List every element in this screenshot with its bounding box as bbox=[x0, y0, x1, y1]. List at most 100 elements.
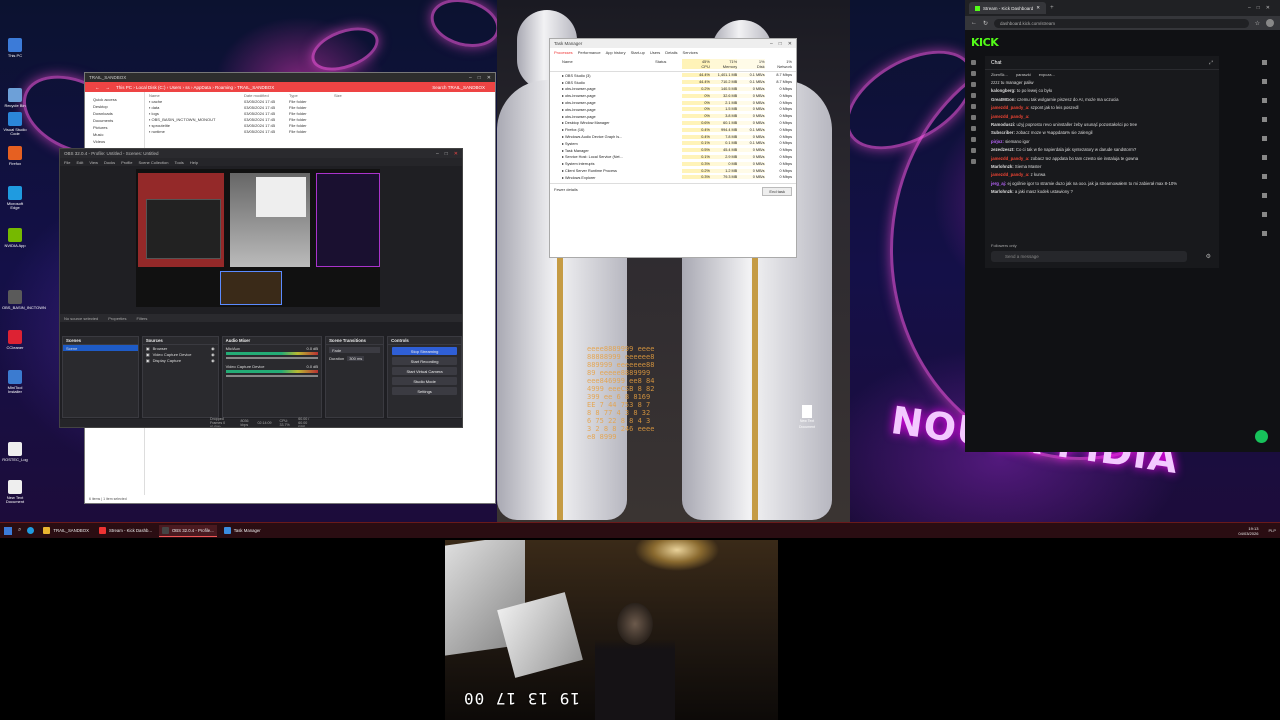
close-icon[interactable]: ✕ bbox=[1266, 5, 1270, 11]
eye-icon[interactable]: ◉ bbox=[211, 352, 215, 357]
rail-icon[interactable] bbox=[1262, 231, 1267, 236]
menu-item[interactable]: Help bbox=[190, 160, 198, 165]
breadcrumb[interactable]: This PC › Local Disk (C:) › Users › ss ›… bbox=[116, 85, 274, 90]
menu-item[interactable]: Profile bbox=[121, 160, 132, 165]
studio-mode-button[interactable]: Studio Mode bbox=[392, 377, 457, 385]
process-row[interactable]: ▸ Desktop Window Manager 0.6% 60.1 MB 0 MB/… bbox=[550, 120, 796, 127]
desktop-icon[interactable]: ROSTEC_Log bbox=[2, 442, 28, 462]
sidebar-icon[interactable] bbox=[971, 60, 976, 65]
process-row[interactable]: ▸ Service Host: Local Service (Net... 0.1… bbox=[550, 154, 796, 161]
obs-titlebar[interactable]: OBS 32.0.4 - Profile: Untitled - Scenes:… bbox=[60, 149, 462, 158]
reload-icon[interactable]: ↻ bbox=[983, 20, 988, 27]
taskbar-item[interactable]: OBS 32.0.4 - Profile... bbox=[158, 524, 217, 537]
menu-item[interactable]: Tools bbox=[174, 160, 183, 165]
volume-slider[interactable] bbox=[225, 357, 319, 359]
nav-item[interactable]: Pictures bbox=[93, 124, 136, 131]
sidebar-icon[interactable] bbox=[971, 115, 976, 120]
filters-button[interactable]: Filters bbox=[136, 316, 147, 321]
preview-webcam-thumb[interactable] bbox=[220, 271, 282, 305]
avatar[interactable] bbox=[1266, 19, 1274, 27]
header-disk[interactable]: 1% Disk bbox=[737, 59, 765, 69]
chat-username[interactable]: Marlohnzk: bbox=[991, 164, 1015, 169]
process-row[interactable]: ▸ System interrupts 0.3% 0 MB 0 MB/s 0 Mbps bbox=[550, 160, 796, 167]
header-cpu[interactable]: 45% CPU bbox=[682, 59, 710, 69]
rail-icon[interactable] bbox=[1262, 60, 1267, 65]
sidebar-icon[interactable] bbox=[971, 137, 976, 142]
kick-logo[interactable]: KICK bbox=[971, 36, 999, 49]
volume-slider[interactable] bbox=[225, 375, 319, 377]
nav-item[interactable]: Documents bbox=[93, 117, 136, 124]
maximize-icon[interactable]: □ bbox=[1257, 5, 1260, 11]
desktop-icon[interactable]: Microsoft Edge bbox=[2, 186, 28, 211]
chat-username[interactable]: jamezdd_pandy_a: bbox=[991, 156, 1031, 161]
obs-window[interactable]: OBS 32.0.4 - Profile: Untitled - Scenes:… bbox=[59, 148, 463, 428]
eye-icon[interactable]: ◉ bbox=[211, 358, 215, 363]
nav-item[interactable]: Music bbox=[93, 131, 136, 138]
desktop-icon[interactable]: Firefox bbox=[2, 146, 28, 166]
chat-username[interactable]: GreatMGon: bbox=[991, 97, 1017, 102]
close-icon[interactable]: ✕ bbox=[454, 151, 458, 157]
desktop-icon[interactable]: MiniTool Installer bbox=[2, 370, 28, 395]
header-status[interactable]: Status bbox=[655, 59, 682, 69]
chat-username[interactable]: jamezdd_pandy_a: bbox=[991, 105, 1031, 110]
sidebar-icon[interactable] bbox=[971, 159, 976, 164]
start-icon[interactable] bbox=[4, 526, 12, 535]
nav-item[interactable]: Desktop bbox=[93, 103, 136, 110]
process-row[interactable]: ▸ OBS Studio 44.4% 710.2 MB 0.1 MB/s 8.7 Mbp… bbox=[550, 79, 796, 86]
forward-arrow-icon[interactable]: → bbox=[106, 85, 111, 90]
rail-icon[interactable] bbox=[1262, 79, 1267, 84]
header-name[interactable]: Name bbox=[554, 59, 655, 69]
sidebar-icon[interactable] bbox=[971, 104, 976, 109]
process-row[interactable]: ▸ Windows Audio Device Graph Is... 0.4% 7.… bbox=[550, 133, 796, 140]
search-icon[interactable]: ⌕ bbox=[18, 527, 21, 534]
stop-streaming-button[interactable]: Stop Streaming bbox=[392, 347, 457, 355]
close-tab-icon[interactable]: ✕ bbox=[1036, 5, 1040, 11]
rail-icon[interactable] bbox=[1262, 98, 1267, 103]
browser-window[interactable]: Stream - Kick Dashboard ✕ + – □ ✕ ← ↻ dash… bbox=[965, 0, 1280, 452]
header-network[interactable]: 1% Network bbox=[765, 59, 792, 69]
popout-icon[interactable]: ⤢ bbox=[1209, 60, 1213, 66]
pinned-user[interactable]: ZiomSk... bbox=[991, 72, 1008, 77]
minimize-icon[interactable]: – bbox=[1248, 5, 1251, 11]
desktop-icon[interactable]: Recycle Bin bbox=[2, 88, 28, 108]
close-icon[interactable]: ✕ bbox=[788, 41, 792, 47]
tab-start-up[interactable]: Start-up bbox=[631, 50, 645, 55]
sidebar-icon[interactable] bbox=[971, 93, 976, 98]
rail-icon[interactable] bbox=[1262, 212, 1267, 217]
search-input[interactable]: Search TRAIL_SANDBOX bbox=[432, 85, 485, 90]
sidebar-icon[interactable] bbox=[971, 71, 976, 76]
minimize-icon[interactable]: – bbox=[436, 151, 439, 157]
tab-details[interactable]: Details bbox=[665, 50, 677, 55]
column-type[interactable]: Type bbox=[289, 93, 334, 98]
pinned-user[interactable]: paraszki bbox=[1016, 72, 1031, 77]
chat-username[interactable]: jamezdd_pandy_a: bbox=[991, 172, 1031, 177]
menu-item[interactable]: Docks bbox=[104, 160, 115, 165]
explorer-address-bar[interactable]: ← → This PC › Local Disk (C:) › Users › … bbox=[85, 82, 495, 92]
tab-services[interactable]: Services bbox=[683, 50, 698, 55]
explorer-titlebar[interactable]: TRAIL_SANDBOX – □ ✕ bbox=[85, 73, 495, 82]
chat-username[interactable]: zezedzeszt: bbox=[991, 147, 1016, 152]
file-icon[interactable]: New Text Document bbox=[797, 405, 817, 430]
process-row[interactable]: ▸ Windows Explorer 0.3% 79.3 MB 0 MB/s 0 Mbp… bbox=[550, 174, 796, 181]
fewer-details-link[interactable]: Fewer details bbox=[554, 187, 578, 196]
process-row[interactable]: ▸ Firefox (16) 0.4% 994.4 MB 0.1 MB/s 0 Mbps bbox=[550, 126, 796, 133]
live-status-icon[interactable] bbox=[1255, 430, 1268, 443]
desktop-icon[interactable]: This PC bbox=[2, 38, 28, 58]
menu-item[interactable]: File bbox=[64, 160, 70, 165]
tab-users[interactable]: Users bbox=[650, 50, 660, 55]
back-arrow-icon[interactable]: ← bbox=[971, 20, 977, 26]
eye-icon[interactable]: ◉ bbox=[211, 346, 215, 351]
header-memory[interactable]: 71% Memory bbox=[709, 59, 738, 69]
minimize-icon[interactable]: – bbox=[770, 41, 773, 47]
chat-username[interactable]: Marlohnzk: bbox=[991, 189, 1015, 194]
back-arrow-icon[interactable]: ← bbox=[95, 85, 100, 90]
menu-item[interactable]: Edit bbox=[76, 160, 83, 165]
chat-username[interactable]: Ramoduszi: bbox=[991, 122, 1017, 127]
duration-input[interactable]: 300 ms bbox=[347, 355, 365, 361]
nav-item[interactable]: Quick access bbox=[93, 96, 136, 103]
rail-icon[interactable] bbox=[1262, 136, 1267, 141]
sidebar-icon[interactable] bbox=[971, 148, 976, 153]
settings-gear-icon[interactable]: ⚙ bbox=[1206, 253, 1211, 260]
chat-username[interactable]: kalongberg: bbox=[991, 88, 1017, 93]
transition-select[interactable]: Fade bbox=[329, 347, 381, 353]
